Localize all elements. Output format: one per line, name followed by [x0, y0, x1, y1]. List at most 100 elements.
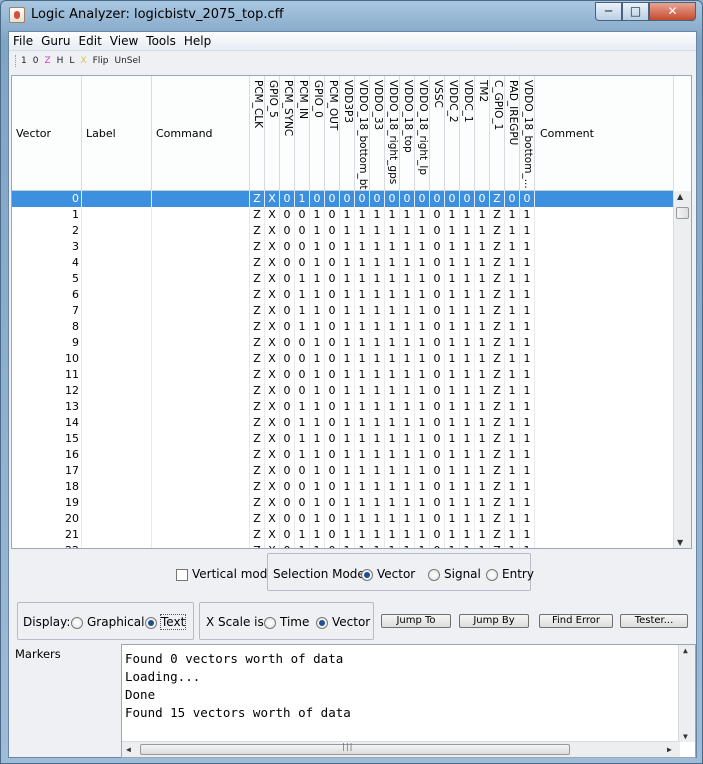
- signal-cell[interactable]: 1: [340, 511, 355, 527]
- signal-cell[interactable]: 1: [385, 479, 400, 495]
- comment-cell[interactable]: [536, 383, 673, 399]
- scroll-thumb[interactable]: [676, 207, 689, 219]
- signal-cell[interactable]: 1: [310, 207, 325, 223]
- signal-cell[interactable]: 1: [460, 239, 475, 255]
- signal-cell[interactable]: 0: [325, 479, 340, 495]
- signal-cell[interactable]: Z: [490, 367, 505, 383]
- signal-cell[interactable]: 1: [355, 223, 370, 239]
- signal-cell[interactable]: 1: [415, 319, 430, 335]
- signal-cell[interactable]: 1: [385, 303, 400, 319]
- signal-cell[interactable]: 1: [415, 543, 430, 548]
- signal-cell[interactable]: 1: [460, 447, 475, 463]
- log-vertical-scrollbar[interactable]: ▲ ▼: [678, 645, 695, 742]
- signal-cell[interactable]: 1: [520, 511, 535, 527]
- command-cell[interactable]: [152, 447, 250, 463]
- radio-on-icon[interactable]: [316, 616, 328, 629]
- xscale-time-radio[interactable]: Time: [264, 615, 309, 629]
- signal-cell[interactable]: 1: [370, 303, 385, 319]
- signal-cell[interactable]: Z: [250, 255, 265, 271]
- header-command[interactable]: Command: [152, 76, 250, 191]
- signal-cell[interactable]: 1: [355, 479, 370, 495]
- table-row[interactable]: 0ZX01000000000000Z00: [12, 191, 673, 207]
- label-cell[interactable]: [82, 319, 152, 335]
- set-z-button[interactable]: Z: [44, 53, 50, 69]
- signal-cell[interactable]: 0: [295, 335, 310, 351]
- signal-cell[interactable]: 0: [295, 367, 310, 383]
- vector-cell[interactable]: 19: [12, 495, 82, 511]
- command-cell[interactable]: [152, 239, 250, 255]
- signal-cell[interactable]: 0: [280, 287, 295, 303]
- signal-cell[interactable]: Z: [490, 271, 505, 287]
- signal-cell[interactable]: 1: [415, 207, 430, 223]
- signal-cell[interactable]: 1: [445, 239, 460, 255]
- radio-off-icon[interactable]: [428, 568, 440, 581]
- signal-cell[interactable]: 1: [295, 271, 310, 287]
- signal-cell[interactable]: 1: [355, 335, 370, 351]
- signal-cell[interactable]: 0: [430, 351, 445, 367]
- signal-cell[interactable]: 1: [355, 527, 370, 543]
- signal-cell[interactable]: 1: [355, 303, 370, 319]
- signal-cell[interactable]: X: [265, 191, 280, 207]
- signal-cell[interactable]: 1: [385, 319, 400, 335]
- signal-cell[interactable]: 1: [475, 239, 490, 255]
- signal-cell[interactable]: 1: [370, 527, 385, 543]
- signal-cell[interactable]: X: [265, 383, 280, 399]
- signal-cell[interactable]: 1: [400, 287, 415, 303]
- signal-cell[interactable]: 1: [415, 335, 430, 351]
- radio-on-icon[interactable]: [145, 616, 157, 629]
- signal-cell[interactable]: 1: [370, 223, 385, 239]
- signal-cell[interactable]: 0: [520, 191, 535, 207]
- selection-entry-radio[interactable]: Entry: [486, 567, 534, 581]
- header-signal[interactable]: C_GPIO_1: [490, 76, 505, 191]
- signal-cell[interactable]: 1: [385, 399, 400, 415]
- signal-cell[interactable]: 0: [310, 191, 325, 207]
- signal-cell[interactable]: 1: [310, 511, 325, 527]
- signal-cell[interactable]: 1: [505, 479, 520, 495]
- signal-cell[interactable]: 0: [430, 303, 445, 319]
- signal-cell[interactable]: 0: [430, 191, 445, 207]
- table-row[interactable]: 8ZX01101111110111Z11: [12, 319, 673, 335]
- signal-cell[interactable]: 1: [400, 495, 415, 511]
- signal-cell[interactable]: 1: [340, 207, 355, 223]
- signal-cell[interactable]: 1: [310, 543, 325, 548]
- signal-cell[interactable]: X: [265, 367, 280, 383]
- signal-cell[interactable]: 1: [385, 207, 400, 223]
- signal-cell[interactable]: Z: [250, 511, 265, 527]
- command-cell[interactable]: [152, 287, 250, 303]
- signal-cell[interactable]: 1: [385, 463, 400, 479]
- signal-cell[interactable]: 1: [460, 511, 475, 527]
- signal-cell[interactable]: 1: [445, 303, 460, 319]
- set-h-button[interactable]: H: [57, 53, 64, 69]
- signal-cell[interactable]: Z: [250, 447, 265, 463]
- signal-cell[interactable]: 1: [400, 447, 415, 463]
- signal-cell[interactable]: 1: [400, 383, 415, 399]
- signal-cell[interactable]: 1: [355, 319, 370, 335]
- table-row[interactable]: 14 Z X 0 1 1 0 1 1 1 1 1 1 0 1 1 1 Z 1 1: [12, 415, 673, 431]
- signal-cell[interactable]: 1: [445, 287, 460, 303]
- signal-cell[interactable]: 1: [460, 463, 475, 479]
- label-cell[interactable]: [82, 255, 152, 271]
- signal-cell[interactable]: X: [265, 527, 280, 543]
- signal-cell[interactable]: 1: [385, 415, 400, 431]
- signal-cell[interactable]: 0: [430, 207, 445, 223]
- vector-table[interactable]: Vector Label Command Comment PCM_CLK GPIO…: [11, 75, 692, 549]
- comment-cell[interactable]: [536, 431, 673, 447]
- vector-cell[interactable]: 15: [12, 431, 82, 447]
- signal-cell[interactable]: 1: [460, 415, 475, 431]
- signal-cell[interactable]: 1: [295, 527, 310, 543]
- signal-cell[interactable]: 0: [325, 415, 340, 431]
- signal-cell[interactable]: 0: [430, 367, 445, 383]
- signal-cell[interactable]: 1: [295, 303, 310, 319]
- signal-cell[interactable]: 0: [280, 351, 295, 367]
- signal-cell[interactable]: 1: [385, 367, 400, 383]
- command-cell[interactable]: [152, 399, 250, 415]
- signal-cell[interactable]: 1: [460, 431, 475, 447]
- signal-cell[interactable]: 1: [505, 415, 520, 431]
- signal-cell[interactable]: 1: [310, 351, 325, 367]
- signal-cell[interactable]: 1: [310, 399, 325, 415]
- signal-cell[interactable]: 1: [445, 223, 460, 239]
- signal-cell[interactable]: 1: [520, 271, 535, 287]
- signal-cell[interactable]: 0: [415, 191, 430, 207]
- signal-cell[interactable]: Z: [490, 511, 505, 527]
- header-signal[interactable]: VDDO_18_bottom_bt: [355, 76, 370, 191]
